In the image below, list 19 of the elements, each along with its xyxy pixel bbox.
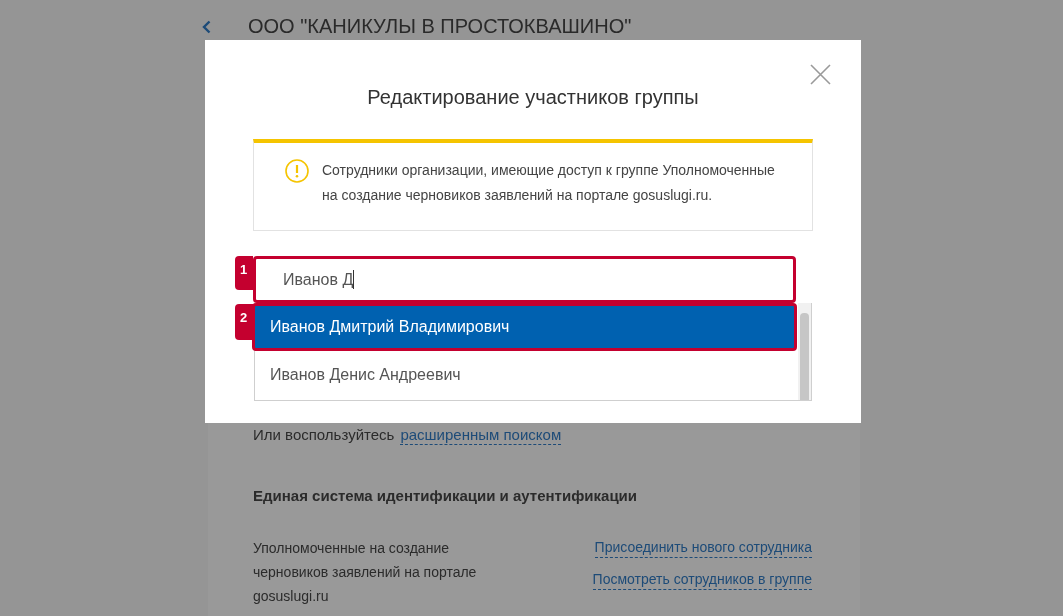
advanced-search-link[interactable]: расширенным поиском xyxy=(400,425,562,445)
organization-title: ООО "КАНИКУЛЫ В ПРОСТОКВАШИНО" xyxy=(248,15,632,38)
back-chevron-icon[interactable] xyxy=(202,20,211,34)
dialog-title: Редактирование участников группы xyxy=(366,85,700,110)
group-action-link[interactable]: Посмотреть сотрудников в группе xyxy=(592,570,812,590)
warning-icon xyxy=(285,159,309,183)
close-button[interactable] xyxy=(809,63,831,85)
callout-badge: 1 xyxy=(235,256,253,290)
notice-text: Сотрудники организации, имеющие доступ к группе Уполномоченные на создание черновиков заявлений на портале gosuslugi.ru. xyxy=(322,161,776,205)
suggestion-option[interactable]: Иванов Дмитрий Владимирович xyxy=(252,303,797,351)
search-field[interactable]: Иванов Д xyxy=(253,256,796,303)
group-name: Уполномоченные на создание черновиков заявлений на портале gosuslugi.ru xyxy=(253,539,478,606)
close-icon xyxy=(809,63,831,85)
search-hint-text: Или воспользуйтесь xyxy=(253,425,395,445)
text-cursor-icon xyxy=(353,270,355,289)
section-heading: Единая система идентификации и аутентификации xyxy=(253,486,639,506)
group-action-link[interactable]: Присоединить нового сотрудника xyxy=(594,538,812,558)
callout-badge: 2 xyxy=(235,304,253,340)
scrollbar[interactable] xyxy=(798,303,811,400)
